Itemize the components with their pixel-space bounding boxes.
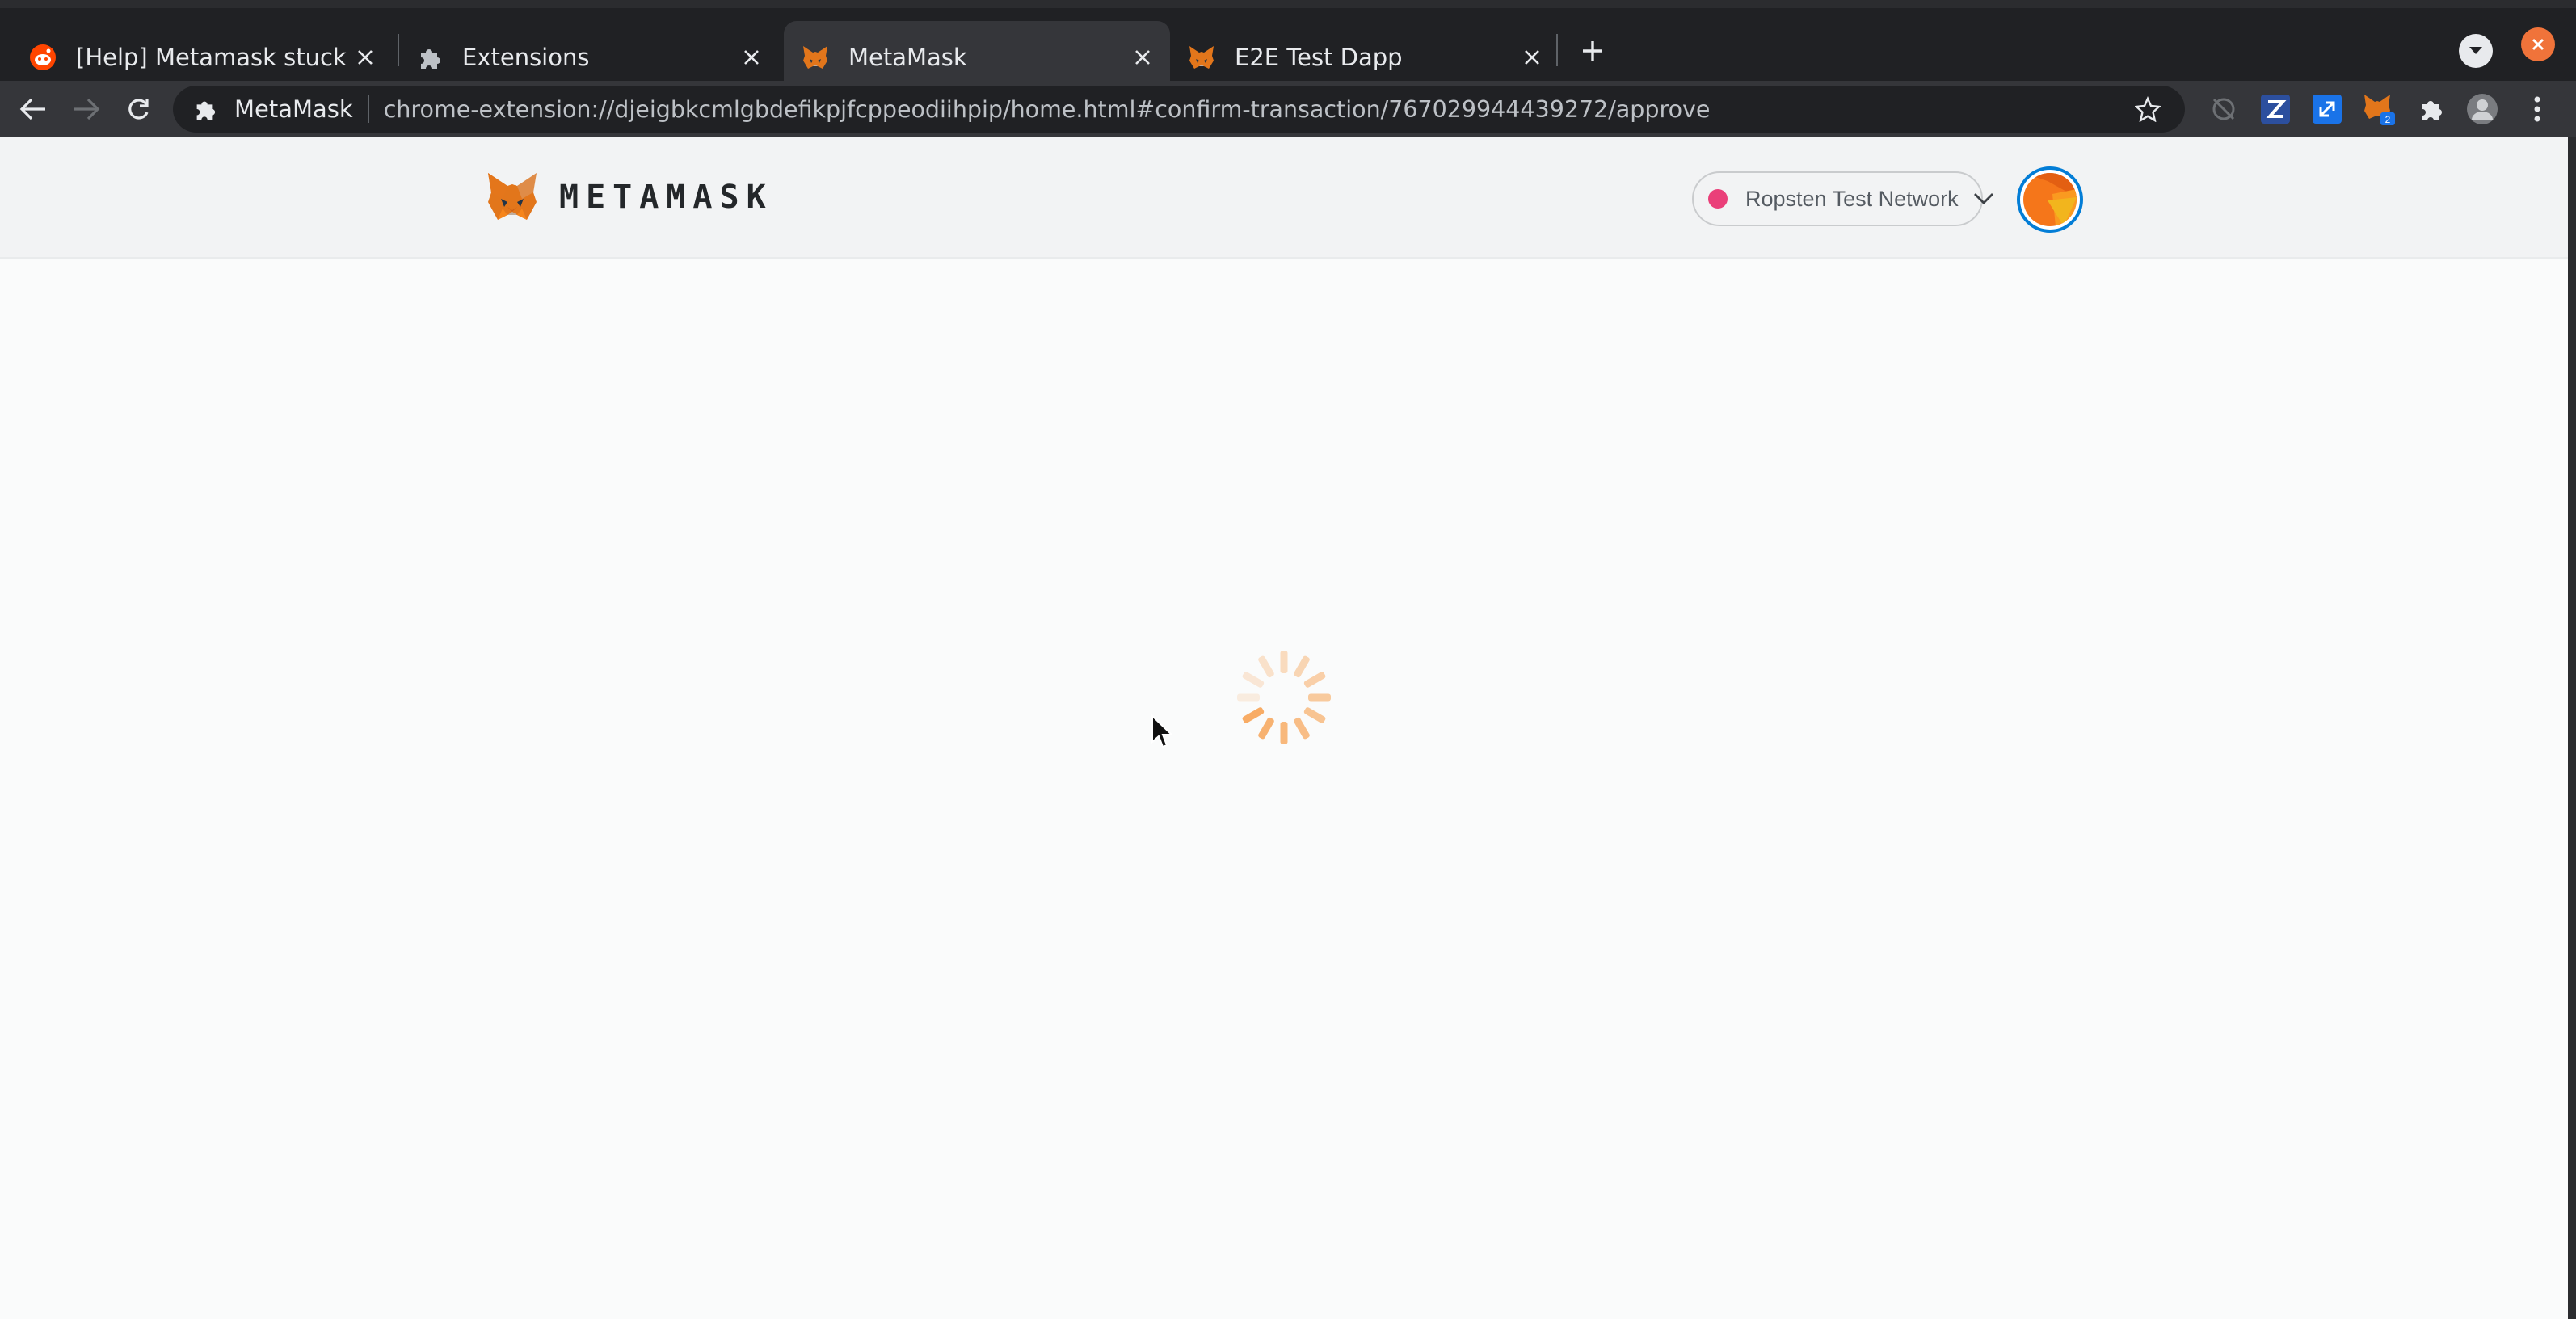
account-identicon <box>2023 173 2077 226</box>
site-name: MetaMask <box>234 95 353 123</box>
metamask-extension-icon[interactable]: 2 <box>2359 90 2398 129</box>
tab-title: Extensions <box>462 44 590 71</box>
forward-button[interactable] <box>66 89 107 129</box>
chevron-down-icon <box>2469 47 2482 54</box>
close-icon <box>2532 38 2544 51</box>
divider <box>367 95 369 123</box>
plus-icon <box>1583 41 1602 61</box>
spinner-bar <box>1258 655 1274 678</box>
bookmark-star-icon[interactable] <box>2132 93 2164 125</box>
spinner-bar <box>1242 707 1265 723</box>
tab-separator <box>1556 34 1558 66</box>
metamask-wordmark: METAMASK <box>559 179 773 216</box>
metamask-content <box>0 259 2568 1319</box>
tab-title: MetaMask <box>848 44 967 71</box>
chevron-down-icon <box>1973 187 1994 211</box>
sync-paused-icon[interactable] <box>2204 90 2243 129</box>
close-tab-icon[interactable] <box>735 41 768 74</box>
scrollbar[interactable] <box>2568 137 2576 1319</box>
metamask-fox-icon <box>488 173 537 220</box>
spinner-bar <box>1258 717 1274 740</box>
metamask-fox-icon <box>1188 44 1215 71</box>
window-close-button[interactable] <box>2521 27 2555 61</box>
tab-strip: [Help] Metamask stuck at loa Extensions … <box>0 0 2576 94</box>
tab-title: E2E Test Dapp <box>1235 44 1403 71</box>
puzzle-icon <box>415 44 443 71</box>
metamask-logo[interactable]: METAMASK <box>485 168 773 226</box>
close-tab-icon[interactable] <box>1516 41 1548 74</box>
arrow-left-icon <box>19 98 45 120</box>
account-menu-button[interactable] <box>2017 166 2083 233</box>
profile-avatar-icon[interactable] <box>2463 90 2502 129</box>
spinner-bar <box>1242 672 1265 688</box>
mouse-cursor-icon <box>1151 714 1174 748</box>
spinner-bar <box>1294 717 1310 740</box>
address-bar[interactable]: MetaMask chrome-extension://djeigbkcmlgb… <box>173 86 2185 133</box>
arrow-right-icon <box>74 98 100 120</box>
metamask-header: METAMASK Ropsten Test Network <box>0 137 2568 259</box>
loading-spinner <box>1237 651 1331 744</box>
url-text[interactable]: chrome-extension://djeigbkcmlgbdefikpjfc… <box>384 96 1711 123</box>
spinner-bar <box>1237 693 1260 702</box>
zotero-icon[interactable] <box>2256 90 2295 129</box>
metamask-fox-icon <box>802 44 829 71</box>
reddit-icon <box>29 44 57 71</box>
extension-badge: 2 <box>2385 114 2391 125</box>
back-button[interactable] <box>13 89 53 129</box>
spinner-bar <box>1303 707 1326 723</box>
reload-icon <box>128 99 149 120</box>
spinner-bar <box>1294 655 1310 678</box>
reload-button[interactable] <box>118 89 158 129</box>
close-tab-icon[interactable] <box>1126 41 1159 74</box>
browser-chrome: [Help] Metamask stuck at loa Extensions … <box>0 0 2576 137</box>
puzzle-icon <box>191 95 218 123</box>
browser-menu-icon[interactable] <box>2518 90 2557 129</box>
spinner-bar <box>1280 651 1288 673</box>
network-status-dot <box>1708 189 1728 209</box>
spinner-bar <box>1308 693 1331 702</box>
extensions-puzzle-icon[interactable] <box>2411 90 2450 129</box>
spinner-bar <box>1280 722 1288 744</box>
tab-title: [Help] Metamask stuck at loa <box>76 44 349 71</box>
expand-arrow-icon[interactable] <box>2308 90 2347 129</box>
close-tab-icon[interactable] <box>349 41 381 74</box>
network-name: Ropsten Test Network <box>1745 186 1959 211</box>
network-selector[interactable]: Ropsten Test Network <box>1692 171 1993 226</box>
spinner-bar <box>1303 672 1326 688</box>
tab-search-button[interactable] <box>2459 34 2493 68</box>
new-tab-button[interactable] <box>1574 32 1611 70</box>
